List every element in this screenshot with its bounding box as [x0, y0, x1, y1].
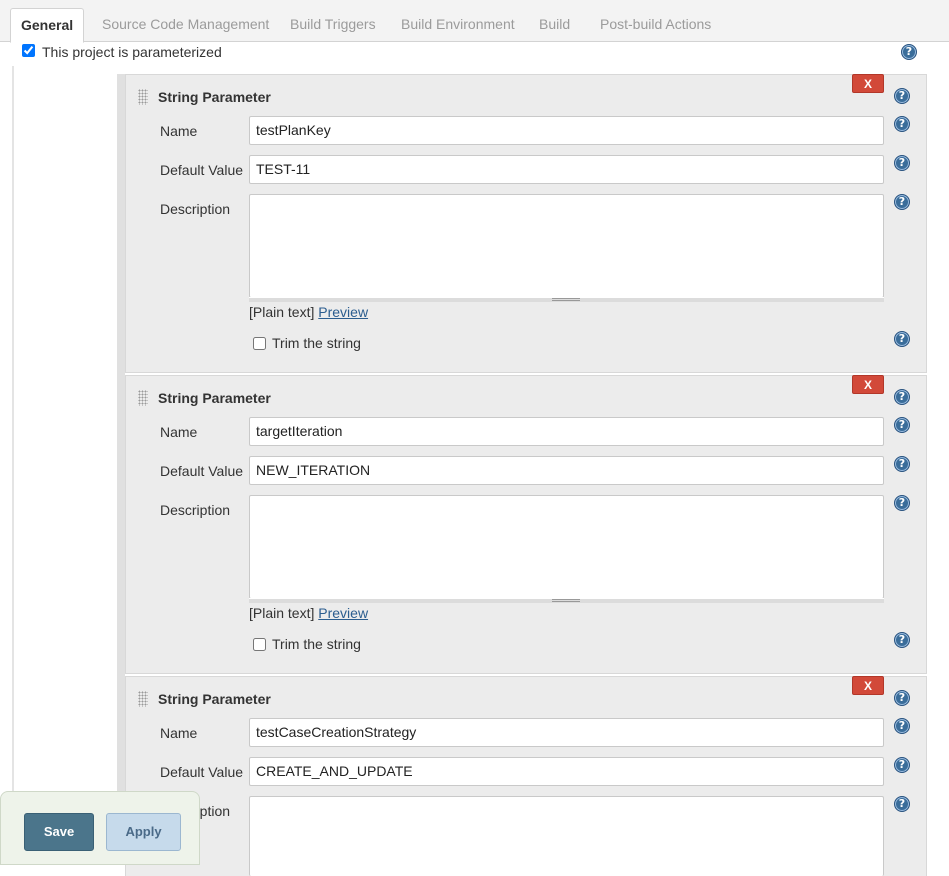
tab-build-environment[interactable]: Build Environment	[401, 16, 515, 32]
drag-handle-icon[interactable]	[138, 89, 148, 105]
description-label: Description	[160, 502, 231, 518]
tab-general[interactable]: General	[10, 8, 85, 43]
help-icon[interactable]: ?	[894, 757, 910, 773]
textarea-resize-bar[interactable]	[249, 598, 884, 603]
default-value-input[interactable]: NEW_ITERATION	[249, 456, 884, 485]
help-icon[interactable]: ?	[901, 44, 917, 60]
description-textarea[interactable]	[249, 796, 884, 876]
trim-checkbox[interactable]	[253, 638, 266, 651]
help-icon[interactable]: ?	[894, 155, 910, 171]
parameter-type-title: String Parameter	[158, 691, 271, 707]
help-icon[interactable]: ?	[894, 690, 910, 706]
trim-label: Trim the string	[272, 335, 361, 351]
tab-build-triggers[interactable]: Build Triggers	[290, 16, 376, 32]
parameter-block: String Parameter X Name testPlanKey Defa…	[125, 74, 927, 373]
help-icon[interactable]: ?	[894, 456, 910, 472]
delete-parameter-button[interactable]: X	[852, 676, 884, 695]
name-label: Name	[160, 424, 198, 440]
parameterized-checkbox[interactable]	[22, 44, 35, 57]
help-icon[interactable]: ?	[894, 389, 910, 405]
description-textarea[interactable]	[249, 194, 884, 298]
description-label: Description	[160, 201, 231, 217]
delete-parameter-button[interactable]: X	[852, 375, 884, 394]
help-icon[interactable]: ?	[894, 796, 910, 812]
trim-label: Trim the string	[272, 636, 361, 652]
section-divider	[12, 66, 14, 865]
plain-text-label: [Plain text]	[249, 304, 315, 320]
default-value-label: Default Value	[160, 162, 244, 178]
textarea-resize-bar[interactable]	[249, 297, 884, 302]
help-icon[interactable]: ?	[894, 495, 910, 511]
preview-link[interactable]: Preview	[318, 304, 368, 320]
help-icon[interactable]: ?	[894, 718, 910, 734]
default-value-input[interactable]: TEST-11	[249, 155, 884, 184]
trim-checkbox[interactable]	[253, 337, 266, 350]
delete-parameter-button[interactable]: X	[852, 74, 884, 93]
default-value-label: Default Value	[160, 463, 244, 479]
parameterized-label: This project is parameterized	[42, 44, 222, 60]
markup-format-line: [Plain text] Preview	[249, 605, 368, 621]
parameter-type-title: String Parameter	[158, 390, 271, 406]
description-textarea[interactable]	[249, 495, 884, 599]
plain-text-label: [Plain text]	[249, 605, 315, 621]
apply-button[interactable]: Apply	[106, 813, 181, 851]
save-button[interactable]: Save	[24, 813, 94, 851]
help-icon[interactable]: ?	[894, 417, 910, 433]
name-input[interactable]: testCaseCreationStrategy	[249, 718, 884, 747]
help-icon[interactable]: ?	[894, 194, 910, 210]
tab-post-build-actions[interactable]: Post-build Actions	[600, 16, 711, 32]
help-icon[interactable]: ?	[894, 331, 910, 347]
name-label: Name	[160, 123, 198, 139]
help-icon[interactable]: ?	[894, 632, 910, 648]
default-value-input[interactable]: CREATE_AND_UPDATE	[249, 757, 884, 786]
default-value-label: Default Value	[160, 764, 244, 780]
tab-bar: General Source Code Management Build Tri…	[0, 0, 949, 43]
name-input[interactable]: targetIteration	[249, 417, 884, 446]
help-icon[interactable]: ?	[894, 116, 910, 132]
name-label: Name	[160, 725, 198, 741]
parameters-indent-bar	[117, 74, 125, 865]
parameter-block: String Parameter X Name targetIteration …	[125, 375, 927, 674]
markup-format-line: [Plain text] Preview	[249, 304, 368, 320]
help-icon[interactable]: ?	[894, 88, 910, 104]
preview-link[interactable]: Preview	[318, 605, 368, 621]
tab-build[interactable]: Build	[539, 16, 570, 32]
drag-handle-icon[interactable]	[138, 691, 148, 707]
name-input[interactable]: testPlanKey	[249, 116, 884, 145]
tab-source-code-management[interactable]: Source Code Management	[102, 16, 269, 32]
parameter-block: String Parameter X Name testCaseCreation…	[125, 676, 927, 876]
drag-handle-icon[interactable]	[138, 390, 148, 406]
parameter-type-title: String Parameter	[158, 89, 271, 105]
